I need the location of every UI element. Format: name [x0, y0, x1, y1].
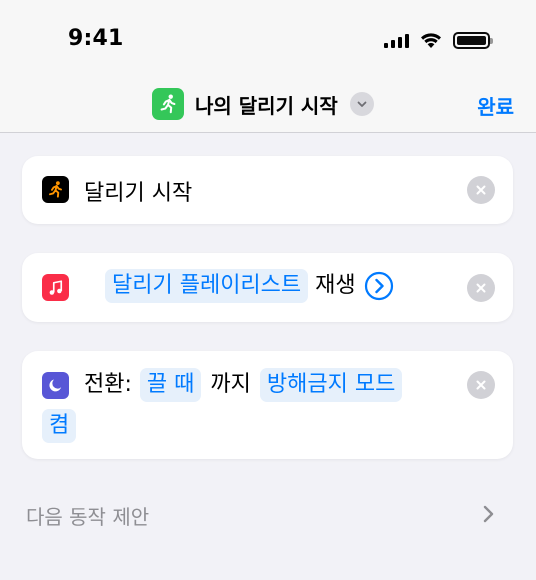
status-icons [384, 28, 493, 52]
action-params: 달리기 플레이리스트 재생 [105, 269, 394, 303]
action-title: 달리기 시작 [84, 181, 193, 206]
chevron-right-icon[interactable] [480, 502, 498, 526]
cellular-signal-icon [384, 32, 409, 48]
next-action-suggestions[interactable]: 다음 동작 제안 [26, 501, 149, 530]
action-card-play-playlist[interactable]: 달리기 플레이리스트 재생 [22, 253, 513, 322]
duration-token[interactable]: 끌 때 [139, 368, 202, 402]
remove-action-button[interactable] [467, 274, 495, 302]
state-token[interactable]: 켬 [42, 409, 77, 443]
action-label: 전환: [84, 372, 132, 397]
moon-icon [42, 372, 69, 399]
done-button[interactable]: 완료 [477, 91, 514, 120]
runner-icon [152, 88, 184, 120]
action-verb: 재생 [315, 273, 356, 298]
chevron-down-icon[interactable] [349, 92, 374, 116]
shortcut-title: 나의 달리기 시작 [195, 93, 338, 118]
action-card-start-run[interactable]: 달리기 시작 [22, 156, 513, 224]
wifi-icon [421, 33, 441, 48]
focus-mode-token[interactable]: 방해금지 모드 [259, 368, 403, 402]
header: 9:41 나의 달리기 시작 완료 [0, 0, 536, 133]
action-params-line-2: 켬 [42, 409, 77, 443]
remove-action-button[interactable] [467, 371, 495, 399]
shortcut-title-menu[interactable]: 나의 달리기 시작 [152, 88, 374, 120]
action-params-line-1: 전환: 끌 때 까지 방해금지 모드 [84, 368, 403, 402]
battery-icon [453, 31, 493, 49]
remove-action-button[interactable] [467, 176, 495, 204]
action-card-set-focus[interactable]: 전환: 끌 때 까지 방해금지 모드 켬 [22, 351, 513, 459]
until-text: 까지 [210, 372, 251, 397]
music-note-icon [42, 274, 69, 301]
status-time: 9:41 [68, 26, 124, 51]
playlist-token[interactable]: 달리기 플레이리스트 [105, 269, 309, 303]
runner-icon [42, 176, 69, 203]
chevron-right-circle-icon[interactable] [364, 271, 394, 301]
